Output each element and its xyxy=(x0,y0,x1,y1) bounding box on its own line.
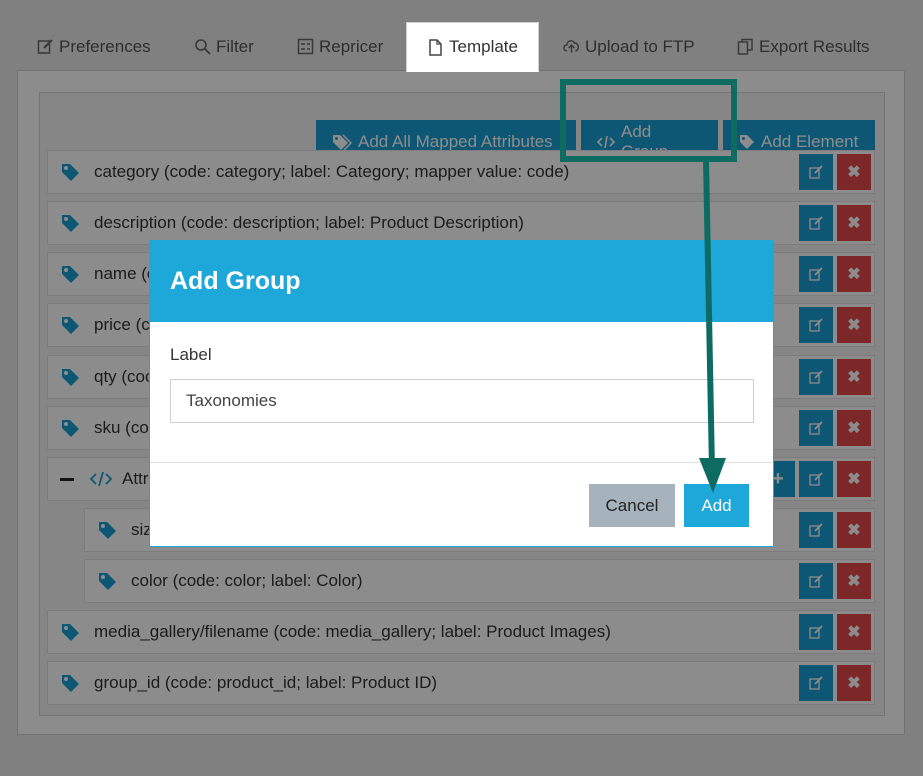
add-button[interactable]: Add xyxy=(684,484,749,527)
tab-template[interactable]: Template xyxy=(406,22,539,72)
label-input[interactable] xyxy=(170,379,754,423)
dialog-title: Add Group xyxy=(170,267,301,295)
add-group-dialog: Add Group Label Cancel Add xyxy=(149,240,774,547)
label-field-label: Label xyxy=(170,345,212,364)
dialog-header: Add Group xyxy=(150,241,773,322)
file-icon xyxy=(427,38,444,56)
dialog-divider xyxy=(150,462,773,463)
cancel-button[interactable]: Cancel xyxy=(589,484,675,527)
tab-template-label: Template xyxy=(449,37,518,56)
